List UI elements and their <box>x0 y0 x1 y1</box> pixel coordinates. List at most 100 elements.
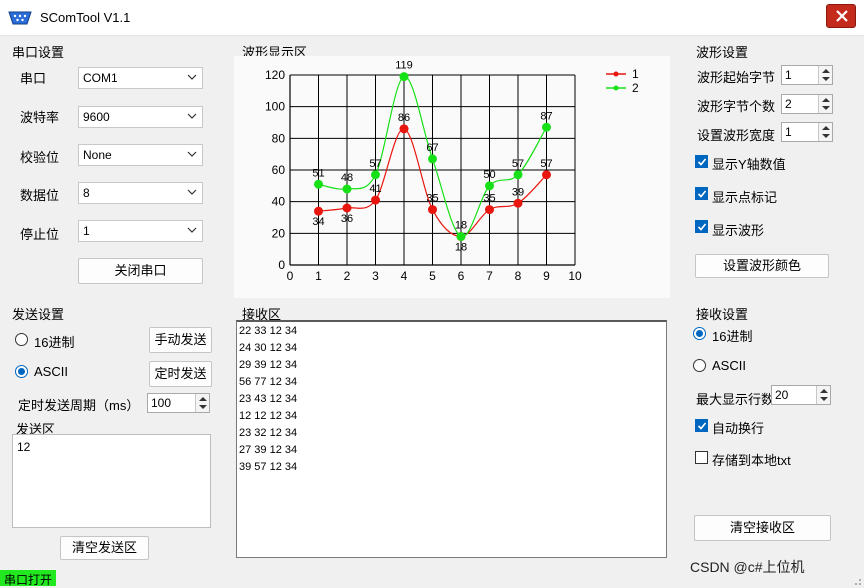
stopbits-value: 1 <box>83 224 90 238</box>
series-1-data-label: 39 <box>512 186 524 198</box>
start-byte-label: 波形起始字节 <box>697 70 776 85</box>
show-wave-checkbox[interactable] <box>695 220 708 233</box>
start-byte-value: 1 <box>785 68 792 82</box>
series-2-point <box>428 154 437 164</box>
parity-label: 校验位 <box>20 150 60 165</box>
title-bar: SComTool V1.1 <box>0 0 864 36</box>
series-2-data-label: 48 <box>341 172 353 184</box>
show-points-checkbox[interactable] <box>695 187 708 200</box>
series-1-data-label: 57 <box>540 158 552 170</box>
serial-port-icon <box>8 11 32 25</box>
recv-ascii-label: ASCII <box>712 358 746 373</box>
databits-select[interactable]: 8 <box>78 182 203 204</box>
byte-count-value: 2 <box>785 97 792 111</box>
check-icon <box>697 190 707 198</box>
send-period-value: 100 <box>151 396 172 410</box>
close-port-button[interactable]: 关闭串口 <box>78 258 203 284</box>
series-2-point <box>314 179 323 189</box>
parity-value: None <box>83 148 112 162</box>
manual-send-button[interactable]: 手动发送 <box>149 327 212 353</box>
x-tick-label: 3 <box>372 269 379 283</box>
stopbits-label: 停止位 <box>20 227 60 242</box>
receive-line: 23 32 12 34 <box>239 427 298 439</box>
y-tick-label: 60 <box>272 163 286 177</box>
chevron-down-icon <box>187 227 197 233</box>
stopbits-select[interactable]: 1 <box>78 220 203 242</box>
y-tick-label: 80 <box>272 131 286 145</box>
series-2-data-label: 57 <box>512 158 524 170</box>
send-ascii-radio[interactable] <box>15 365 28 378</box>
series-2-data-label: 57 <box>369 158 381 170</box>
x-tick-label: 4 <box>401 269 408 283</box>
series-2-point <box>513 170 523 180</box>
y-tick-label: 0 <box>278 258 285 272</box>
wave-width-spinner[interactable]: 1 <box>781 122 833 142</box>
spinner-arrows[interactable] <box>818 95 832 113</box>
receive-line: 24 30 12 34 <box>239 342 298 354</box>
save-local-label: 存储到本地txt <box>712 453 791 468</box>
receive-settings-title: 接收设置 <box>696 307 749 322</box>
recv-hex-label: 16进制 <box>712 329 753 344</box>
show-points-label: 显示点标记 <box>712 190 778 205</box>
series-2-point <box>485 181 494 191</box>
auto-wrap-checkbox[interactable] <box>695 419 708 432</box>
port-select[interactable]: COM1 <box>78 67 203 89</box>
send-period-spinner[interactable]: 100 <box>147 393 210 413</box>
baud-select[interactable]: 9600 <box>78 106 203 128</box>
parity-select[interactable]: None <box>78 144 203 166</box>
show-y-checkbox[interactable] <box>695 155 708 168</box>
recv-ascii-radio[interactable] <box>693 359 706 372</box>
chevron-down-icon <box>187 151 197 157</box>
y-tick-label: 20 <box>272 226 286 240</box>
series-1-point <box>513 198 523 208</box>
x-tick-label: 7 <box>486 269 493 283</box>
x-tick-label: 5 <box>429 269 436 283</box>
save-local-checkbox[interactable] <box>695 451 708 464</box>
series-1-data-label: 34 <box>312 216 324 228</box>
series-2-data-label: 50 <box>483 169 495 181</box>
x-tick-label: 0 <box>287 269 294 283</box>
chevron-down-icon <box>187 113 197 119</box>
close-button[interactable] <box>826 4 856 28</box>
spinner-arrows[interactable] <box>818 66 832 84</box>
series-2-data-label: 87 <box>540 110 552 122</box>
send-text: 12 <box>17 440 31 454</box>
x-tick-label: 9 <box>543 269 550 283</box>
receive-line: 39 57 12 34 <box>239 461 298 473</box>
send-period-label: 定时发送周期（ms） <box>18 398 140 413</box>
port-value: COM1 <box>83 71 118 85</box>
max-lines-label: 最大显示行数 <box>696 392 775 407</box>
x-tick-label: 6 <box>458 269 465 283</box>
send-hex-radio[interactable] <box>15 333 28 346</box>
legend-swatch-marker <box>613 85 619 91</box>
baud-label: 波特率 <box>20 110 60 125</box>
recv-hex-radio[interactable] <box>693 327 706 340</box>
series-2-point <box>371 170 380 180</box>
resize-grip-icon[interactable] <box>852 576 862 586</box>
y-tick-label: 100 <box>265 100 285 114</box>
series-2-data-label: 18 <box>455 220 467 232</box>
serial-settings-title: 串口设置 <box>12 45 65 60</box>
spinner-arrows[interactable] <box>816 386 830 404</box>
spinner-arrows[interactable] <box>818 123 832 141</box>
series-1-data-label: 41 <box>369 183 381 195</box>
x-tick-label: 1 <box>315 269 322 283</box>
timed-send-button[interactable]: 定时发送 <box>149 361 212 387</box>
spinner-arrows[interactable] <box>195 394 209 412</box>
y-tick-label: 40 <box>272 195 286 209</box>
legend-label: 2 <box>632 81 639 95</box>
receive-textarea[interactable]: 22 33 12 34 24 30 12 34 29 39 12 34 56 7… <box>236 320 667 558</box>
wave-chart: 0 1 2 3 4 5 6 7 8 9 1002040608010012034 36418635183… <box>265 60 639 283</box>
send-textarea[interactable]: 12 <box>12 434 211 528</box>
series-1-data-label: 35 <box>483 193 495 205</box>
port-label: 串口 <box>20 71 47 86</box>
clear-receive-button[interactable]: 清空接收区 <box>694 515 831 541</box>
wave-color-button[interactable]: 设置波形颜色 <box>695 254 829 278</box>
byte-count-spinner[interactable]: 2 <box>781 94 833 114</box>
series-2-point <box>342 184 352 194</box>
main-area: 串口设置 串口 COM1 波特率 9600 校验位 None 数据位 8 停止位… <box>0 36 864 567</box>
max-lines-spinner[interactable]: 20 <box>771 385 831 405</box>
series-2-data-label: 67 <box>426 142 438 154</box>
clear-send-button[interactable]: 清空发送区 <box>60 536 149 560</box>
start-byte-spinner[interactable]: 1 <box>781 65 833 85</box>
